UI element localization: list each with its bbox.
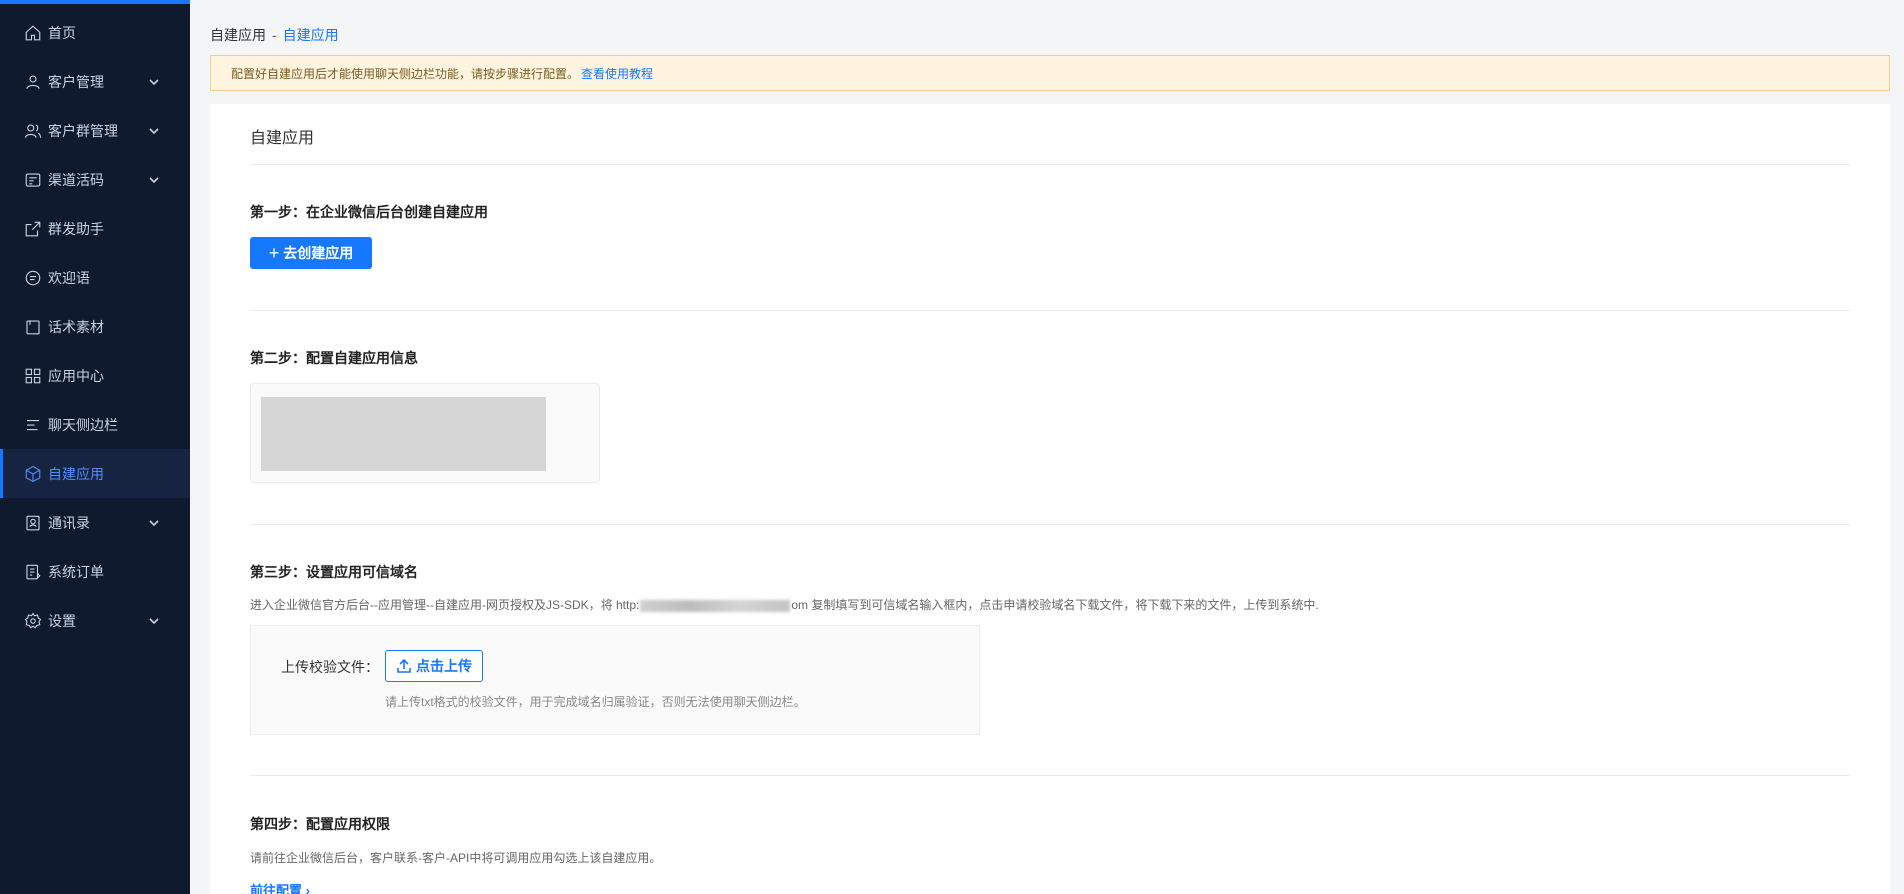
sidebar: 首页 客户管理 客户群管理 渠道活码 群发助手 欢迎语 话术素材 应用中心 聊天… bbox=[0, 0, 190, 894]
sidebar-item-chat-sidebar[interactable]: 聊天侧边栏 bbox=[0, 400, 190, 449]
cube-icon bbox=[24, 465, 42, 483]
chevron-down-icon bbox=[148, 517, 160, 529]
sidebar-item-label: 自建应用 bbox=[48, 465, 104, 482]
divider bbox=[250, 775, 1850, 776]
sidebar-item-welcome[interactable]: 欢迎语 bbox=[0, 253, 190, 302]
breadcrumb: 自建应用 - 自建应用 bbox=[210, 25, 339, 45]
sidebar-item-label: 系统订单 bbox=[48, 563, 104, 580]
message-icon bbox=[24, 269, 42, 287]
notice-text: 配置好自建应用后才能使用聊天侧边栏功能，请按步骤进行配置。 bbox=[231, 66, 580, 81]
main-content: 自建应用 - 自建应用 配置好自建应用后才能使用聊天侧边栏功能，请按步骤进行配置。查… bbox=[190, 0, 1904, 894]
chevron-down-icon bbox=[148, 76, 160, 88]
chevron-down-icon bbox=[148, 125, 160, 137]
chevron-down-icon bbox=[148, 615, 160, 627]
create-app-button-label: 去创建应用 bbox=[283, 245, 354, 261]
sidebar-item-orders[interactable]: 系统订单 bbox=[0, 547, 190, 596]
step1-title: 第一步：在企业微信后台创建自建应用 bbox=[250, 204, 488, 220]
sidebar-item-mass-send[interactable]: 群发助手 bbox=[0, 204, 190, 253]
sidebar-item-label: 首页 bbox=[48, 24, 76, 41]
list-icon bbox=[24, 416, 42, 434]
step4-title: 第四步：配置应用权限 bbox=[250, 816, 390, 832]
sidebar-item-app-center[interactable]: 应用中心 bbox=[0, 351, 190, 400]
breadcrumb-current: 自建应用 bbox=[282, 27, 339, 43]
sidebar-item-label: 欢迎语 bbox=[48, 269, 90, 286]
sidebar-item-label: 通讯录 bbox=[48, 514, 90, 531]
step3-title: 第三步：设置应用可信域名 bbox=[250, 564, 418, 580]
sidebar-nav: 首页 客户管理 客户群管理 渠道活码 群发助手 欢迎语 话术素材 应用中心 聊天… bbox=[0, 4, 190, 645]
sidebar-item-label: 客户群管理 bbox=[48, 122, 118, 139]
notice-banner: 配置好自建应用后才能使用聊天侧边栏功能，请按步骤进行配置。 查看使用教程 bbox=[210, 55, 1890, 91]
go-configure-link[interactable]: 前往配置 › bbox=[250, 880, 310, 894]
tutorial-link[interactable]: 查看使用教程 bbox=[581, 65, 653, 82]
sidebar-item-scripts[interactable]: 话术素材 bbox=[0, 302, 190, 351]
sidebar-item-home[interactable]: 首页 bbox=[0, 8, 190, 57]
blurred-domain bbox=[640, 599, 791, 612]
step2-title: 第二步：配置自建应用信息 bbox=[250, 350, 418, 366]
share-icon bbox=[24, 220, 42, 238]
plus-icon: + bbox=[268, 243, 280, 263]
upload-button[interactable]: 点击上传 bbox=[385, 650, 483, 682]
sidebar-item-label: 应用中心 bbox=[48, 367, 104, 384]
apps-icon bbox=[24, 367, 42, 385]
app-info-box bbox=[250, 383, 600, 483]
sidebar-item-label: 设置 bbox=[48, 612, 76, 629]
sidebar-item-label: 客户管理 bbox=[48, 73, 104, 90]
gear-icon bbox=[24, 611, 42, 630]
home-icon bbox=[24, 24, 42, 42]
upload-box: 上传校验文件： 点击上传 请上传txt格式的校验文件，用于完成域名归属验证，否则… bbox=[250, 625, 980, 735]
divider bbox=[250, 164, 1850, 165]
sidebar-item-channel-code[interactable]: 渠道活码 bbox=[0, 155, 190, 204]
breadcrumb-separator: - bbox=[272, 27, 277, 43]
book-icon bbox=[24, 318, 42, 336]
user-icon bbox=[24, 73, 42, 91]
page-title: 自建应用 bbox=[250, 130, 315, 147]
upload-button-label: 点击上传 bbox=[416, 658, 472, 674]
sidebar-item-label: 渠道活码 bbox=[48, 171, 104, 188]
step3-desc-after: om 复制填写到可信域名输入框内，点击申请校验域名下载文件，将下载下来的文件，上… bbox=[791, 598, 1319, 612]
app-info-image bbox=[261, 397, 546, 471]
sidebar-item-contacts[interactable]: 通讯录 bbox=[0, 498, 190, 547]
step3-desc-before: 进入企业微信官方后台--应用管理--自建应用-网页授权及JS-SDK，将 htt… bbox=[250, 598, 640, 612]
qrcode-icon bbox=[24, 171, 42, 189]
divider bbox=[250, 524, 1850, 525]
sidebar-item-label: 聊天侧边栏 bbox=[48, 416, 118, 433]
sidebar-item-label: 群发助手 bbox=[48, 220, 104, 237]
sidebar-item-customer-management[interactable]: 客户管理 bbox=[0, 57, 190, 106]
users-icon bbox=[24, 122, 42, 140]
chevron-down-icon bbox=[148, 174, 160, 186]
upload-label: 上传校验文件： bbox=[281, 659, 379, 675]
step4-description: 请前往企业微信后台，客户联系-客户-API中将可调用应用勾选上该自建应用。 bbox=[250, 851, 662, 865]
sidebar-item-settings[interactable]: 设置 bbox=[0, 596, 190, 645]
contacts-icon bbox=[24, 514, 42, 532]
create-app-button[interactable]: + 去创建应用 bbox=[250, 237, 372, 269]
content-card: 自建应用 第一步：在企业微信后台创建自建应用 + 去创建应用 第二步：配置自建应… bbox=[210, 104, 1890, 894]
sidebar-item-group-management[interactable]: 客户群管理 bbox=[0, 106, 190, 155]
order-icon bbox=[24, 563, 42, 581]
step3-description: 进入企业微信官方后台--应用管理--自建应用-网页授权及JS-SDK，将 htt… bbox=[250, 596, 1319, 613]
sidebar-item-custom-app[interactable]: 自建应用 bbox=[0, 449, 190, 498]
sidebar-item-label: 话术素材 bbox=[48, 318, 104, 335]
divider bbox=[250, 310, 1850, 311]
upload-hint: 请上传txt格式的校验文件，用于完成域名归属验证，否则无法使用聊天侧边栏。 bbox=[385, 695, 806, 709]
upload-icon bbox=[397, 658, 411, 673]
breadcrumb-parent[interactable]: 自建应用 bbox=[210, 27, 266, 43]
